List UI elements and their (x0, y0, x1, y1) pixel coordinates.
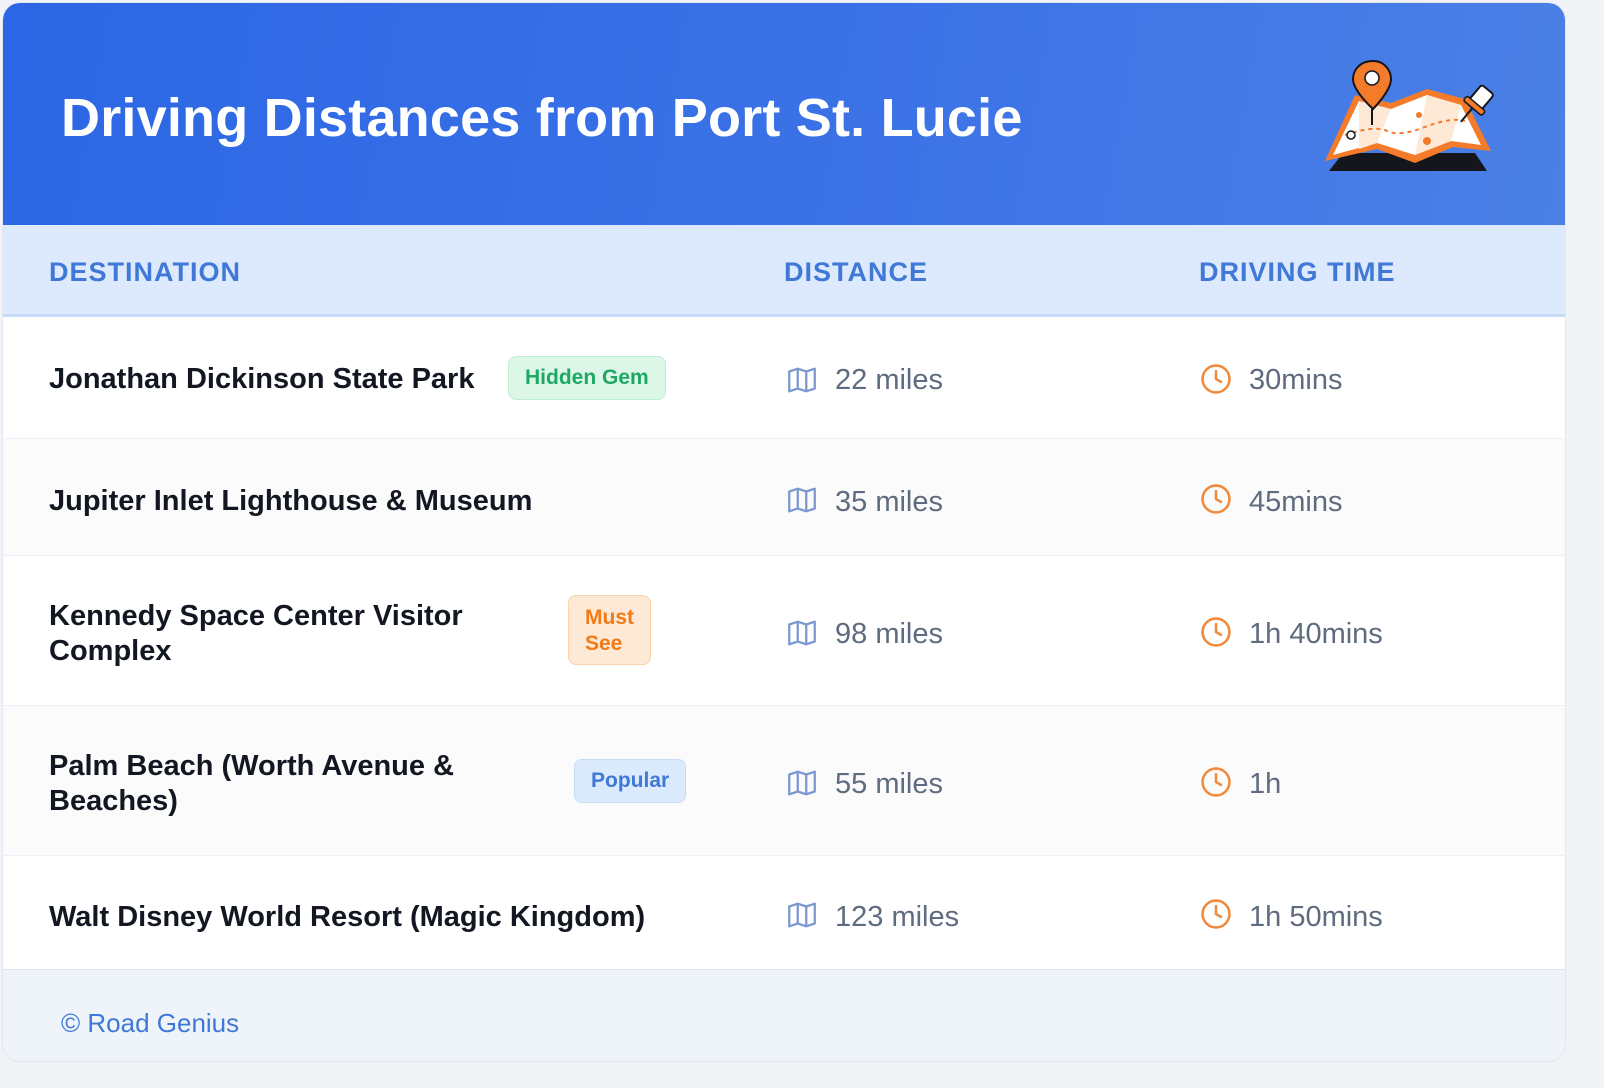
footer-credit: © Road Genius (61, 1008, 240, 1038)
column-header-distance: DISTANCE (784, 257, 929, 287)
destination-name: Walt Disney World Resort (Magic Kingdom) (49, 901, 646, 933)
destination-name: Kennedy Space Center Visitor Complex (49, 599, 463, 669)
badge-line: Must (585, 606, 634, 629)
page-title: Driving Distances from Port St. Lucie (61, 88, 1023, 148)
map-with-pins-icon (1325, 59, 1494, 171)
clock-icon (1201, 617, 1231, 647)
badge-popular: Popular (574, 759, 687, 803)
footer: © Road Genius (3, 969, 1565, 1061)
map-icon (788, 487, 816, 513)
table-header: DESTINATION DISTANCE DRIVING TIME (3, 225, 1565, 317)
driving-time-value: 1h (1249, 768, 1282, 800)
clock-icon (1201, 364, 1231, 394)
distance-value: 123 miles (835, 901, 960, 933)
map-icon (788, 367, 816, 393)
destination-name: Jupiter Inlet Lighthouse & Museum (49, 485, 533, 517)
clock-icon (1201, 899, 1231, 929)
table-row: Kennedy Space Center Visitor Complex Mus… (3, 556, 1565, 706)
badge-line: See (585, 632, 623, 655)
table-row: Palm Beach (Worth Avenue & Beaches) Popu… (3, 706, 1565, 856)
distance-value: 55 miles (835, 768, 943, 800)
badge-must-see: Must See (568, 595, 651, 665)
distance-value: 35 miles (835, 486, 943, 518)
column-header-destination: DESTINATION (49, 257, 241, 287)
distance-value: 22 miles (835, 364, 943, 396)
map-icon (788, 620, 816, 646)
destination-name-line: Complex (49, 635, 172, 667)
driving-time-value: 30mins (1249, 364, 1343, 396)
destination-name: Jonathan Dickinson State Park (49, 363, 475, 395)
table-row: Jonathan Dickinson State Park Hidden Gem… (3, 317, 1565, 439)
header-banner: Driving Distances from Port St. Lucie (3, 3, 1565, 225)
column-header-driving-time: DRIVING TIME (1199, 257, 1396, 287)
destination-name-line: Kennedy Space Center Visitor (49, 600, 463, 632)
clock-icon (1201, 484, 1231, 514)
driving-time-value: 1h 50mins (1249, 901, 1383, 933)
table-row: Jupiter Inlet Lighthouse & Museum 35 mil… (3, 439, 1565, 556)
table-row: Walt Disney World Resort (Magic Kingdom)… (3, 856, 1565, 969)
badge-hidden-gem: Hidden Gem (508, 356, 666, 400)
map-icon (788, 902, 816, 928)
clock-icon (1201, 767, 1231, 797)
distance-card: Driving Distances from Port St. Lucie DE… (2, 2, 1566, 1062)
destination-name: Palm Beach (Worth Avenue & Beaches) (49, 749, 454, 819)
destination-name-line: Beaches) (49, 785, 178, 817)
driving-time-value: 45mins (1249, 486, 1343, 518)
driving-time-value: 1h 40mins (1249, 618, 1383, 650)
distance-value: 98 miles (835, 618, 943, 650)
destination-name-line: Palm Beach (Worth Avenue & (49, 750, 455, 782)
map-icon (788, 770, 816, 796)
